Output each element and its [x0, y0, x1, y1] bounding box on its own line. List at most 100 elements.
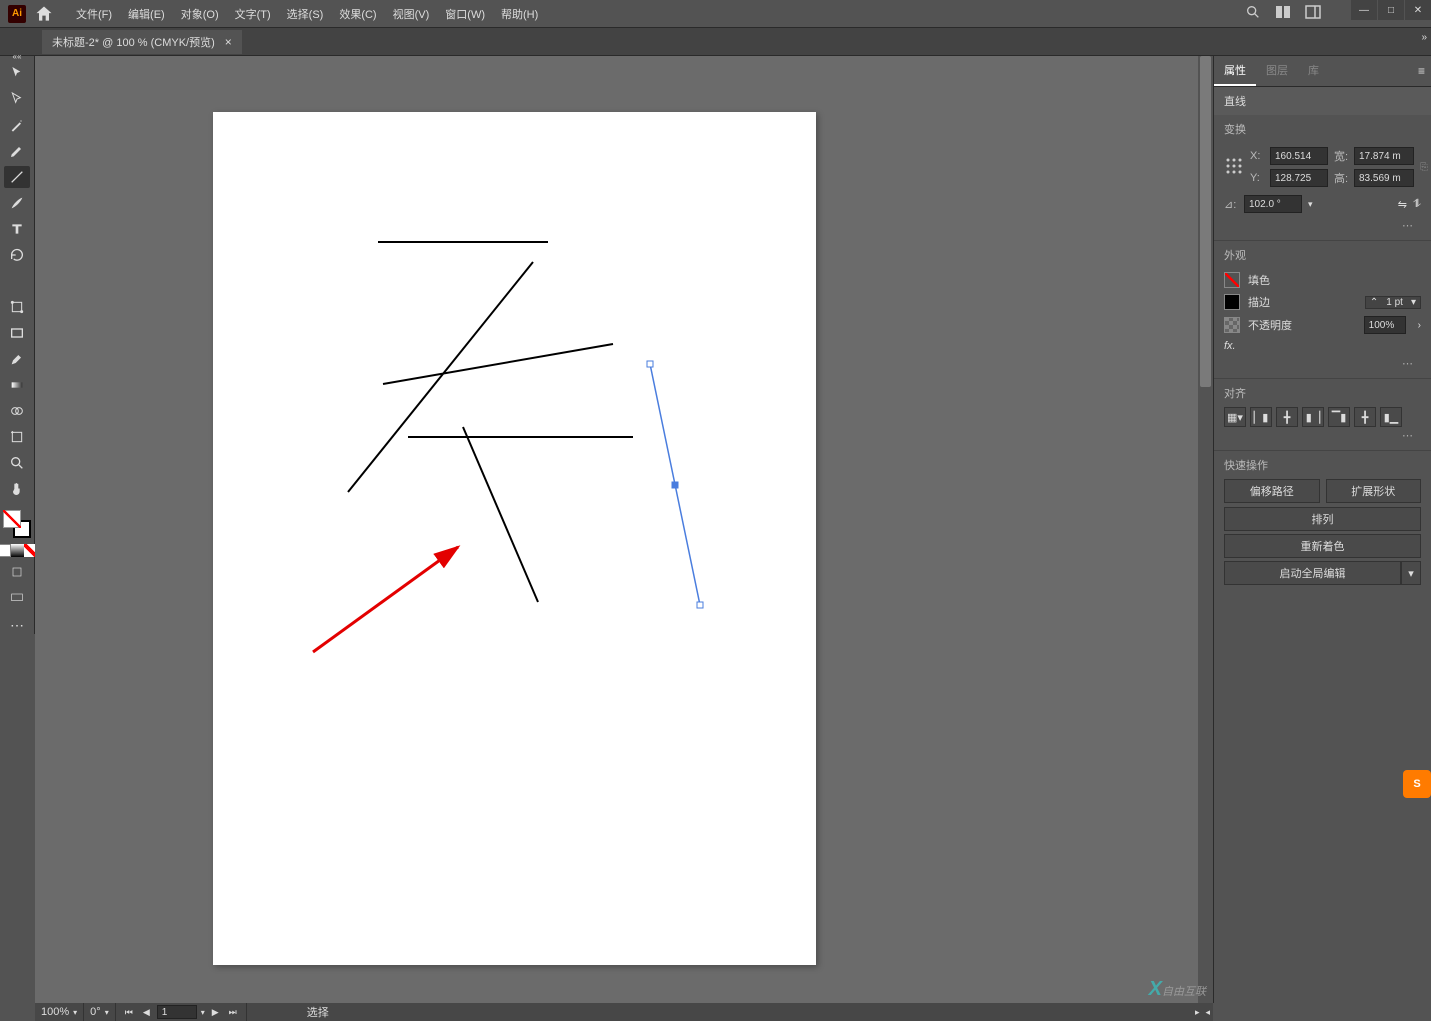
global-edit-dropdown-icon[interactable]: ▾ [1401, 561, 1421, 585]
scrollbar-thumb[interactable] [1200, 56, 1211, 387]
offset-path-button[interactable]: 偏移路径 [1224, 479, 1320, 503]
global-edit-button[interactable]: 启动全局编辑 [1224, 561, 1401, 585]
stroke-weight-input[interactable]: ⌃1 pt▾ [1365, 296, 1421, 309]
flip-horizontal-icon[interactable]: ⇋ [1398, 198, 1407, 211]
recolor-button[interactable]: 重新着色 [1224, 534, 1421, 558]
screen-mode-icon[interactable] [4, 587, 30, 609]
opacity-input[interactable] [1364, 316, 1406, 334]
menu-effect[interactable]: 效果(C) [331, 6, 384, 22]
zoom-level[interactable]: 100%▾ [35, 1003, 84, 1021]
tab-close-icon[interactable]: × [225, 35, 232, 49]
pen-tool[interactable] [4, 140, 30, 162]
y-input[interactable] [1270, 169, 1328, 187]
expand-shape-button[interactable]: 扩展形状 [1326, 479, 1422, 503]
gradient-tool[interactable] [4, 374, 30, 396]
vertical-scrollbar[interactable] [1198, 56, 1213, 1003]
height-input[interactable] [1354, 169, 1414, 187]
statusbar-menu-icon[interactable]: ▸ [1192, 1007, 1203, 1018]
artboard-dropdown-icon[interactable]: ▾ [201, 1008, 205, 1017]
menu-view[interactable]: 视图(V) [385, 6, 438, 22]
fill-stroke-swatches[interactable] [3, 510, 31, 538]
align-to-dropdown[interactable]: ▦▾ [1224, 407, 1246, 427]
line-segment-tool[interactable] [4, 166, 30, 188]
nav-first-icon[interactable]: ⏮ [122, 1007, 136, 1018]
paintbrush-tool[interactable] [4, 192, 30, 214]
nav-last-icon[interactable]: ⏭ [226, 1007, 240, 1018]
nav-next-icon[interactable]: ▶ [209, 1007, 222, 1018]
toolbar-grip-icon[interactable]: «« [13, 52, 22, 61]
reference-point-icon[interactable] [1224, 156, 1244, 179]
x-input[interactable] [1270, 147, 1328, 165]
arrange-documents-icon[interactable] [1275, 4, 1291, 23]
maximize-button[interactable]: □ [1378, 0, 1404, 20]
link-wh-icon[interactable]: ⎘ [1420, 162, 1428, 173]
color-mode-row [0, 544, 37, 557]
direct-selection-tool[interactable] [4, 88, 30, 110]
artboard-tool[interactable] [4, 426, 30, 448]
close-button[interactable]: ✕ [1405, 0, 1431, 20]
align-hcenter-icon[interactable]: ╋ [1276, 407, 1298, 427]
rotate-view[interactable]: 0°▾ [84, 1003, 116, 1021]
menu-help[interactable]: 帮助(H) [493, 6, 546, 22]
document-tab[interactable]: 未标题-2* @ 100 % (CMYK/预览) × [42, 30, 242, 54]
type-tool[interactable] [4, 218, 30, 240]
drawing-mode-icon[interactable] [4, 561, 30, 583]
fx-label[interactable]: fx. [1224, 340, 1236, 352]
eyedropper-tool[interactable] [4, 348, 30, 370]
menu-file[interactable]: 文件(F) [68, 6, 120, 22]
nav-prev-icon[interactable]: ◀ [140, 1007, 153, 1018]
selection-tool[interactable] [4, 62, 30, 84]
appearance-more-icon[interactable]: ⋯ [1224, 355, 1421, 372]
shape-builder-tool[interactable] [4, 400, 30, 422]
canvas-area[interactable] [35, 56, 1213, 1003]
menu-edit[interactable]: 编辑(E) [120, 6, 173, 22]
panel-menu-icon[interactable]: ≡ [1418, 64, 1425, 78]
opacity-swatch-icon[interactable] [1224, 317, 1240, 333]
tab-properties[interactable]: 属性 [1214, 56, 1256, 86]
minimize-button[interactable]: — [1351, 0, 1377, 20]
search-icon[interactable] [1245, 4, 1261, 23]
color-mode-gradient[interactable] [11, 544, 24, 557]
zoom-tool[interactable] [4, 452, 30, 474]
opacity-label[interactable]: 不透明度 [1248, 317, 1292, 333]
fill-swatch[interactable] [3, 510, 21, 528]
stroke-label[interactable]: 描边 [1248, 294, 1270, 310]
width-tool[interactable] [4, 270, 30, 292]
transform-more-icon[interactable]: ⋯ [1224, 217, 1421, 234]
artboard-nav: ⏮ ◀ ▾ ▶ ⏭ [116, 1003, 247, 1021]
home-icon[interactable] [34, 4, 54, 24]
rotate-tool[interactable] [4, 244, 30, 266]
edit-toolbar-icon[interactable]: ⋯ [10, 617, 24, 634]
magic-wand-tool[interactable] [4, 114, 30, 136]
menu-text[interactable]: 文字(T) [227, 6, 279, 22]
flip-vertical-icon[interactable]: ⥮ [1413, 198, 1421, 211]
tab-layers[interactable]: 图层 [1256, 56, 1298, 86]
angle-input[interactable] [1244, 195, 1302, 213]
menu-window[interactable]: 窗口(W) [437, 6, 493, 22]
workspace-icon[interactable] [1305, 4, 1321, 23]
align-bottom-icon[interactable]: ▮▁ [1380, 407, 1402, 427]
align-vcenter-icon[interactable]: ╋ [1354, 407, 1376, 427]
opacity-more-icon[interactable]: › [1418, 320, 1421, 331]
menu-object[interactable]: 对象(O) [173, 6, 227, 22]
align-left-icon[interactable]: ▏▮ [1250, 407, 1272, 427]
align-top-icon[interactable]: ▔▮ [1328, 407, 1350, 427]
artboard-number-input[interactable] [157, 1005, 197, 1019]
artboard[interactable] [213, 112, 816, 965]
color-mode-solid[interactable] [0, 544, 11, 557]
hscroll-left-icon[interactable]: ◂ [1202, 1007, 1213, 1018]
angle-dropdown-icon[interactable]: ▾ [1308, 199, 1313, 210]
panel-collapse-icon[interactable]: » [1421, 32, 1427, 43]
menu-select[interactable]: 选择(S) [279, 6, 332, 22]
rectangle-tool[interactable] [4, 322, 30, 344]
fill-color-swatch[interactable] [1224, 272, 1240, 288]
align-more-icon[interactable]: ⋯ [1224, 427, 1421, 444]
free-transform-tool[interactable] [4, 296, 30, 318]
stroke-color-swatch[interactable] [1224, 294, 1240, 310]
ime-badge-icon[interactable]: S [1403, 770, 1431, 798]
width-input[interactable] [1354, 147, 1414, 165]
hand-tool[interactable] [4, 478, 30, 500]
align-right-icon[interactable]: ▮▕ [1302, 407, 1324, 427]
tab-libraries[interactable]: 库 [1298, 56, 1329, 86]
arrange-button[interactable]: 排列 [1224, 507, 1421, 531]
